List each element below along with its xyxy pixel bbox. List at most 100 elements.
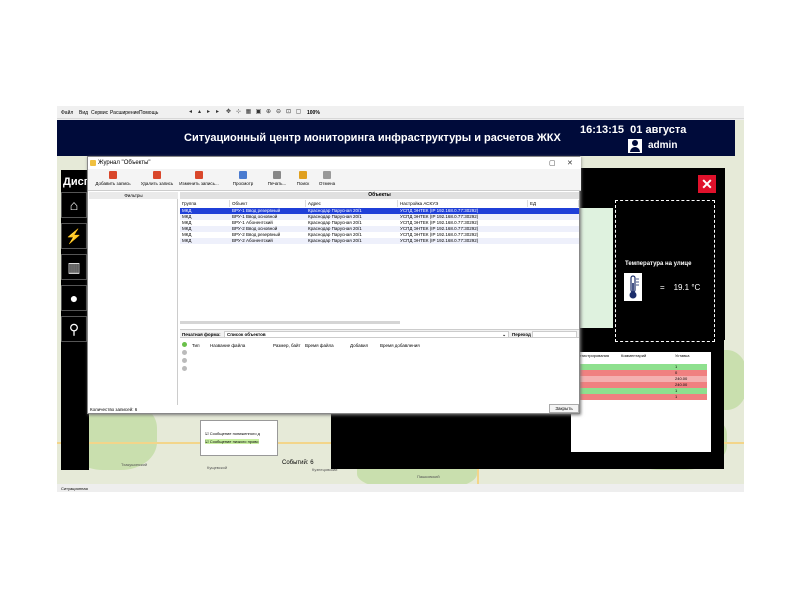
event-text: Сообщение низкого прово: [209, 439, 259, 444]
records-count: Количество записей: 6: [90, 407, 138, 412]
menu-service[interactable]: Сервис: [91, 110, 108, 116]
close-button[interactable]: Закрыть: [549, 404, 579, 413]
table-cell: УСПД ЭНТЕК (IP 192.168.0.77:30292): [400, 238, 479, 243]
print-form-bar: Печатная форма: Список объектов ⌄ Переход…: [180, 329, 579, 338]
setpoint-value: 1: [675, 394, 678, 399]
journal-titlebar[interactable]: Журнал "Объекты" ▢ ✕: [88, 157, 581, 169]
column-header-askue[interactable]: Настройка АСКУЭ: [398, 200, 528, 207]
events-panel: ☑ Сообщение пониженного д ☑ Сообщение ни…: [200, 420, 278, 456]
toolbar-button-label: Добавить запись: [95, 181, 131, 186]
nav-search-icon[interactable]: ⚲: [61, 316, 87, 342]
event-item[interactable]: ☑ Сообщение низкого прово: [205, 439, 259, 444]
table-cell: ВРУ-2 Абонентский: [232, 238, 273, 243]
nav-up-icon[interactable]: ▴: [196, 109, 203, 116]
menu-bar: Файл Вид Сервис Расширение Помощь ◂ ▴ ▸ …: [57, 106, 744, 119]
column-header-object[interactable]: Объект: [230, 200, 306, 207]
table-row[interactable]: 1: [577, 394, 707, 400]
print-form-select[interactable]: Список объектов ⌄: [224, 331, 509, 338]
image-icon[interactable]: ▣: [255, 109, 262, 116]
close-window-icon[interactable]: ✕: [567, 159, 573, 167]
select-icon[interactable]: ⊹: [235, 109, 242, 116]
status-tab[interactable]: Ситуационная: [61, 486, 88, 491]
nav-back-icon[interactable]: ◂: [187, 109, 194, 116]
attachments-area: Тип Название файла Размер, байт Время фа…: [180, 340, 579, 402]
menu-view[interactable]: Вид: [79, 110, 88, 116]
toolbar-button-icon: [195, 171, 203, 179]
journal-icon: [90, 160, 96, 166]
close-icon[interactable]: ✕: [698, 175, 716, 193]
dashboard-header: Ситуационный центр мониторинга инфрастру…: [57, 120, 735, 156]
table-row[interactable]: МКД ВРУ-2 Абонентский Краснодар Парусная 2…: [180, 238, 579, 244]
table-cell: Краснодар Парусная 20/1: [308, 238, 362, 243]
events-table: Регистрирования Комментарий Уставка 1 0 24…: [571, 352, 711, 452]
save-attachment-icon[interactable]: [182, 358, 187, 363]
filters-panel: Фильтры: [89, 192, 178, 405]
clock-date: 01 августа: [630, 124, 687, 136]
toolbar-button[interactable]: Добавить запись: [90, 171, 136, 186]
nav-building-icon[interactable]: ▥: [61, 254, 87, 280]
horizontal-scrollbar[interactable]: [180, 321, 400, 324]
goto-input[interactable]: [532, 331, 577, 338]
journal-window: Журнал "Объекты" ▢ ✕ Добавить запись Удал…: [87, 156, 581, 414]
thermometer-icon: [624, 273, 642, 301]
pan-icon[interactable]: ✥: [225, 109, 232, 116]
toolbar-button-icon: [239, 171, 247, 179]
nav-water-icon[interactable]: ●: [61, 285, 87, 311]
zoom-fit-icon[interactable]: ⊡: [285, 109, 292, 116]
remove-attachment-icon[interactable]: [182, 350, 187, 355]
map-label: Кущевской: [207, 465, 228, 470]
objects-header: Объекты: [180, 192, 579, 199]
clock: 16:13:15 01 августа: [580, 124, 686, 136]
attach-col-size[interactable]: Размер, байт: [273, 343, 301, 348]
temperature-reading: 19.1 °C: [673, 283, 701, 292]
zoom-page-icon[interactable]: ▢: [295, 109, 302, 116]
nav-electricity-icon[interactable]: ⚡: [61, 223, 87, 249]
column-header[interactable]: Регистрирования: [577, 352, 609, 360]
event-item[interactable]: ☑ Сообщение пониженного д: [205, 431, 260, 436]
toolbar-button[interactable]: Изменить запись...: [176, 171, 222, 186]
temperature-equals: =: [660, 283, 665, 292]
menu-extension[interactable]: Расширение: [110, 110, 139, 116]
filters-header: Фильтры: [89, 192, 178, 199]
zoom-out-icon[interactable]: ⊖: [275, 109, 282, 116]
temperature-title: Температура на улице: [625, 261, 692, 267]
nav-home-icon[interactable]: ⌂: [61, 192, 87, 218]
menu-help[interactable]: Помощь: [139, 110, 158, 116]
add-attachment-icon[interactable]: [182, 342, 187, 347]
events-count: Событий: 6: [282, 460, 314, 466]
maximize-icon[interactable]: ▢: [549, 159, 556, 167]
attach-col-added-time[interactable]: Время добавления: [380, 343, 420, 348]
column-header-address[interactable]: Адрес: [306, 200, 398, 207]
attach-col-name[interactable]: Название файла: [210, 343, 245, 348]
table-cell: МКД: [182, 238, 192, 243]
nav-next-icon[interactable]: ▸: [214, 109, 221, 116]
chevron-down-icon: ⌄: [502, 332, 506, 337]
column-header-group[interactable]: Группа: [180, 200, 230, 207]
zoom-in-icon[interactable]: ⊕: [265, 109, 272, 116]
toolbar-button-label: Отмена: [318, 181, 336, 186]
grid-icon[interactable]: ▦: [245, 109, 252, 116]
column-header-ed[interactable]: ЕД: [528, 200, 579, 207]
search-attachment-icon[interactable]: [182, 366, 187, 371]
clock-time: 16:13:15: [580, 124, 625, 136]
toolbar-button[interactable]: Удалить запись: [134, 171, 180, 186]
toolbar-button-icon: [323, 171, 331, 179]
column-header[interactable]: Уставка: [675, 352, 689, 360]
map-label: Пашковский: [417, 474, 440, 479]
toolbar-button[interactable]: Отмена: [304, 171, 350, 186]
nav-forward-icon[interactable]: ▸: [205, 109, 212, 116]
attach-col-added-by[interactable]: Добавил: [350, 343, 368, 348]
toolbar-button-label: Изменить запись...: [179, 181, 219, 186]
attach-col-filetime[interactable]: Время файла: [305, 343, 334, 348]
zoom-level[interactable]: 100%: [307, 110, 320, 116]
journal-title: Журнал "Объекты": [98, 160, 151, 166]
column-header[interactable]: Комментарий: [621, 352, 646, 360]
attach-col-type[interactable]: Тип: [192, 343, 200, 348]
event-text: Сообщение пониженного д: [209, 431, 260, 436]
toolbar-button-icon: [109, 171, 117, 179]
print-form-value: Список объектов: [227, 332, 266, 337]
menu-file[interactable]: Файл: [61, 110, 73, 116]
toolbar-button-label: Удалить запись: [140, 181, 174, 186]
toolbar-button-label: Просмотр: [232, 181, 254, 186]
toolbar-button-icon: [153, 171, 161, 179]
